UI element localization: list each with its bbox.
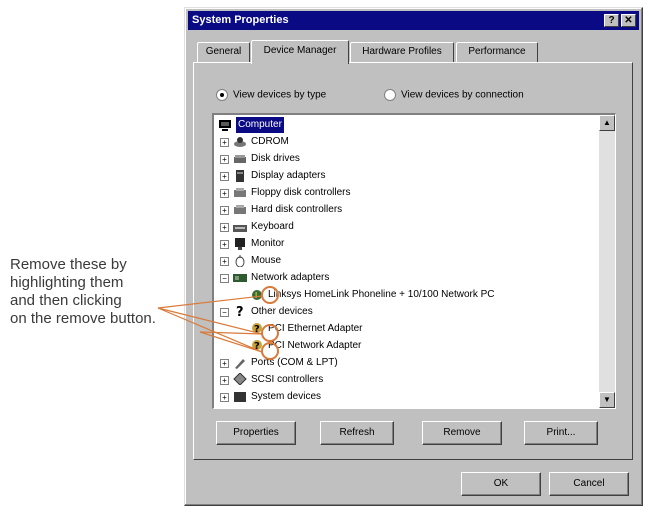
monitor-icon: [235, 238, 245, 250]
expand-icon[interactable]: +: [220, 172, 229, 181]
port-icon: [235, 359, 245, 369]
tree-item-label: Disk drives: [251, 153, 300, 164]
tree-item-label: Mouse: [251, 255, 282, 266]
svg-text:?: ?: [254, 341, 260, 351]
expand-icon[interactable]: +: [220, 376, 229, 385]
tree-item-label: Hard disk controllers: [251, 204, 343, 215]
annotation-line: on the remove button.: [10, 310, 156, 327]
svg-text:!: !: [255, 291, 258, 300]
expand-icon[interactable]: +: [220, 393, 229, 402]
floppy-icon: [234, 188, 246, 197]
tree-item-label: Display adapters: [251, 170, 326, 181]
tree-root-label: Computer: [236, 117, 284, 133]
system-icon: [234, 392, 246, 402]
close-button[interactable]: ✕: [621, 14, 636, 27]
radio-unselected-icon: [384, 89, 396, 101]
annotation-line: and then clicking: [10, 292, 122, 309]
tab-general[interactable]: General: [197, 42, 250, 62]
tab-performance[interactable]: Performance: [456, 42, 538, 62]
question-icon: ?: [252, 340, 262, 351]
tab-device-manager[interactable]: Device Manager: [251, 40, 349, 64]
expand-icon[interactable]: +: [220, 359, 229, 368]
question-icon: ?: [236, 305, 244, 317]
mouse-icon: [235, 255, 245, 267]
svg-text:?: ?: [236, 305, 244, 317]
tree-item-label: SCSI controllers: [251, 374, 324, 385]
radio-selected-icon: [216, 89, 228, 101]
remove-button[interactable]: Remove: [422, 421, 502, 445]
harddisk-icon: [234, 205, 246, 214]
tree-item-label: CDROM: [251, 136, 289, 147]
expand-icon[interactable]: +: [220, 155, 229, 164]
collapse-icon[interactable]: −: [220, 274, 229, 283]
tab-hardware-profiles[interactable]: Hardware Profiles: [350, 42, 454, 62]
device-tree[interactable]: Computer + CDROM + Disk drives + Display…: [212, 113, 616, 409]
expand-icon[interactable]: +: [220, 206, 229, 215]
view-by-connection-option[interactable]: View devices by connection: [384, 89, 524, 101]
display-icon: [236, 170, 244, 182]
expand-icon[interactable]: +: [220, 223, 229, 232]
tree-item-label: Linksys HomeLink Phoneline + 10/100 Netw…: [268, 289, 495, 300]
refresh-button[interactable]: Refresh: [320, 421, 394, 445]
tree-item-label: Ports (COM & LPT): [251, 357, 338, 368]
view-by-type-option[interactable]: View devices by type: [216, 89, 326, 101]
collapse-icon[interactable]: −: [220, 308, 229, 317]
vertical-scrollbar[interactable]: ▲ ▼: [599, 115, 615, 408]
tree-item-label: Monitor: [251, 238, 285, 249]
network-warning-icon: !: [252, 290, 262, 300]
properties-button[interactable]: Properties: [216, 421, 296, 445]
tree-item-label: Floppy disk controllers: [251, 187, 351, 198]
keyboard-icon: [233, 225, 247, 232]
scroll-up-icon[interactable]: ▲: [599, 115, 615, 131]
computer-icon: [219, 120, 231, 131]
cancel-button[interactable]: Cancel: [549, 472, 629, 496]
tree-item-label: PCI Network Adapter: [268, 340, 362, 351]
expand-icon[interactable]: +: [220, 138, 229, 147]
help-button[interactable]: ?: [604, 14, 619, 27]
annotation-line: Remove these by: [10, 256, 127, 273]
view-by-connection-label: View devices by connection: [401, 89, 524, 101]
annotation-text: Remove these by highlighting them and th…: [10, 256, 210, 328]
disk-icon: [234, 155, 246, 163]
scsi-icon: [233, 373, 247, 385]
expand-icon[interactable]: +: [220, 189, 229, 198]
tree-item-label: Network adapters: [251, 272, 330, 283]
view-by-type-label: View devices by type: [233, 89, 327, 101]
window-title: System Properties: [192, 14, 289, 26]
annotation-line: highlighting them: [10, 274, 124, 291]
system-properties-window: System Properties ? ✕ General Device Man…: [184, 7, 643, 506]
scroll-down-icon[interactable]: ▼: [599, 392, 615, 408]
expand-icon[interactable]: +: [220, 240, 229, 249]
device-manager-panel: View devices by type View devices by con…: [193, 62, 633, 460]
tree-item-label: PCI Ethernet Adapter: [268, 323, 363, 334]
cdrom-icon: [234, 137, 246, 147]
tree-item-label: Other devices: [251, 306, 313, 317]
tree-item-label: Keyboard: [251, 221, 294, 232]
print-button[interactable]: Print...: [524, 421, 598, 445]
ok-button[interactable]: OK: [461, 472, 541, 496]
expand-icon[interactable]: +: [220, 257, 229, 266]
title-bar: System Properties ? ✕: [188, 11, 639, 30]
network-icon: [233, 274, 247, 282]
svg-text:?: ?: [254, 324, 260, 334]
tree-item-label: System devices: [251, 391, 322, 402]
question-icon: ?: [252, 323, 262, 334]
